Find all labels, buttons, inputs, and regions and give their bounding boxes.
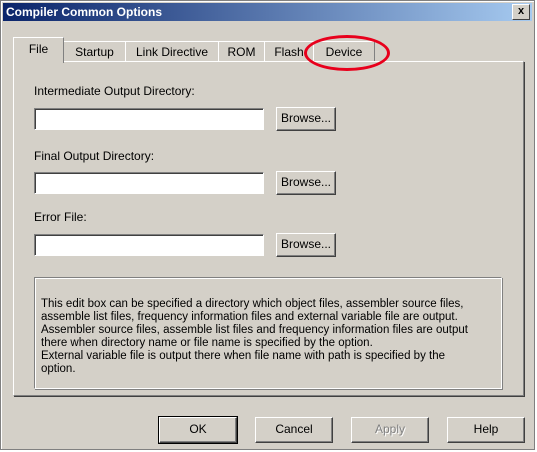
description-text: This edit box can be specified a directo… [41, 298, 503, 376]
tab-flash[interactable]: Flash [264, 41, 314, 62]
close-button[interactable]: x [512, 4, 530, 20]
dialog-title: Compiler Common Options [6, 5, 162, 19]
tab-startup[interactable]: Startup [63, 41, 126, 62]
tab-startup-label: Startup [75, 45, 114, 59]
description-line: there when directory name or file name i… [41, 337, 373, 349]
description-box: This edit box can be specified a directo… [34, 277, 502, 389]
help-button[interactable]: Help [447, 417, 525, 443]
compiler-options-dialog: Compiler Common Options x File Startup L… [0, 0, 535, 450]
cancel-button[interactable]: Cancel [255, 417, 333, 443]
tab-link-directive-label: Link Directive [135, 45, 209, 59]
error-file-field[interactable] [34, 234, 264, 256]
description-line: assemble list files, frequency informati… [41, 311, 458, 323]
description-line: option. [41, 363, 76, 375]
intermediate-output-label: Intermediate Output Directory: [34, 84, 195, 98]
tab-device-label: Device [325, 45, 363, 59]
tab-flash-label: Flash [274, 45, 304, 59]
error-browse-button[interactable]: Browse... [276, 233, 336, 257]
file-tab-panel: Intermediate Output Directory: Browse...… [13, 61, 524, 396]
final-browse-button[interactable]: Browse... [276, 171, 336, 195]
error-file-label: Error File: [34, 210, 87, 224]
tab-file[interactable]: File [13, 37, 64, 63]
tab-rom[interactable]: ROM [218, 41, 265, 62]
final-output-field[interactable] [34, 172, 264, 194]
intermediate-browse-button[interactable]: Browse... [276, 107, 336, 131]
apply-button: Apply [351, 417, 429, 443]
tab-device[interactable]: Device [313, 41, 375, 62]
description-line: External variable file is output there w… [41, 350, 445, 362]
title-bar[interactable]: Compiler Common Options x [3, 3, 532, 21]
description-line: Assembler source files, assemble list fi… [41, 324, 468, 336]
final-output-label: Final Output Directory: [34, 149, 155, 163]
tab-rom-label: ROM [227, 45, 256, 59]
description-line: This edit box can be specified a directo… [41, 298, 464, 310]
ok-button[interactable]: OK [158, 416, 238, 444]
intermediate-output-field[interactable] [34, 108, 264, 130]
tab-link-directive[interactable]: Link Directive [125, 41, 219, 62]
tab-file-label: File [28, 42, 49, 56]
